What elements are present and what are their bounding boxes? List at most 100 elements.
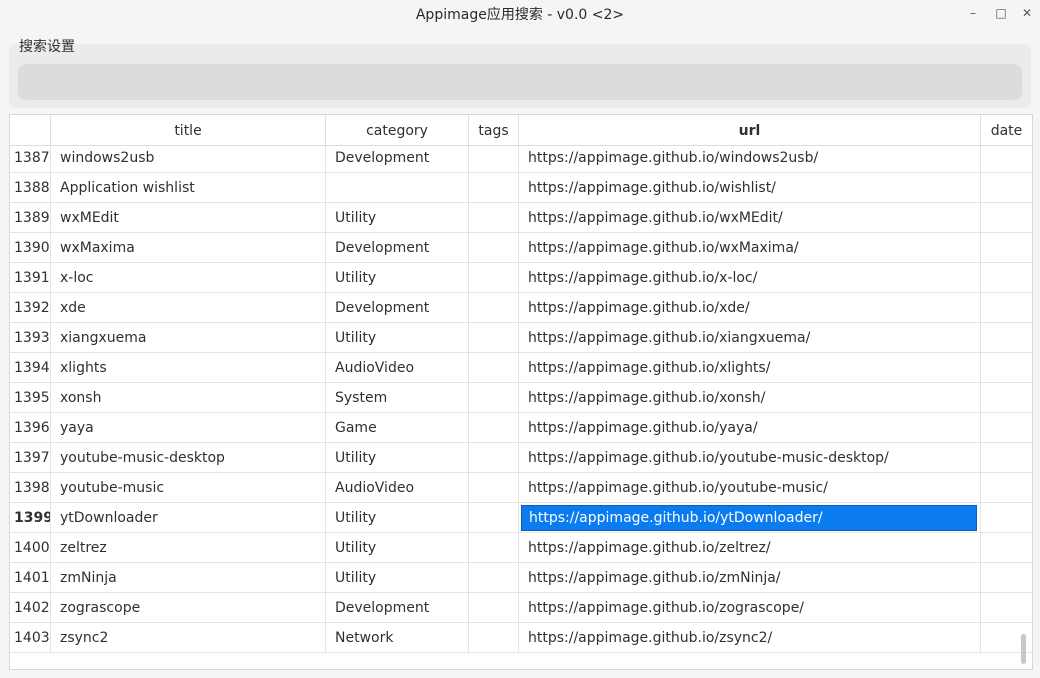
- cell-title[interactable]: youtube-music: [51, 473, 326, 503]
- cell-date[interactable]: [981, 503, 1032, 533]
- cell-url[interactable]: https://appimage.github.io/xde/: [519, 293, 981, 323]
- cell-url[interactable]: https://appimage.github.io/youtube-music…: [519, 473, 981, 503]
- table-row[interactable]: 1391 x-loc Utility https://appimage.github.…: [10, 263, 1032, 293]
- cell-tags[interactable]: [469, 413, 519, 443]
- cell-category[interactable]: Network: [326, 623, 469, 653]
- table-row[interactable]: 1388 Application wishlist https://appimage…: [10, 173, 1032, 203]
- cell-title[interactable]: ytDownloader: [51, 503, 326, 533]
- cell-url[interactable]: https://appimage.github.io/yaya/: [519, 413, 981, 443]
- cell-tags[interactable]: [469, 353, 519, 383]
- table-row[interactable]: 1397 youtube-music-desktop Utility https://…: [10, 443, 1032, 473]
- cell-title[interactable]: x-loc: [51, 263, 326, 293]
- cell-title[interactable]: yaya: [51, 413, 326, 443]
- cell-category[interactable]: Development: [326, 293, 469, 323]
- cell-tags[interactable]: [469, 173, 519, 203]
- cell-date[interactable]: [981, 173, 1032, 203]
- cell-title[interactable]: youtube-music-desktop: [51, 443, 326, 473]
- cell-tags[interactable]: [469, 323, 519, 353]
- cell-url[interactable]: https://appimage.github.io/youtube-music…: [519, 443, 981, 473]
- cell-selection-highlight[interactable]: https://appimage.github.io/ytDownloader/: [521, 505, 977, 531]
- table-row[interactable]: 1402 zograscope Development https://appimag…: [10, 593, 1032, 623]
- table-row[interactable]: 1398 youtube-music AudioVideo https://appim…: [10, 473, 1032, 503]
- cell-url[interactable]: https://appimage.github.io/wishlist/: [519, 173, 981, 203]
- table-row[interactable]: 1395 xonsh System https://appimage.github.i…: [10, 383, 1032, 413]
- table-row[interactable]: 1399 ytDownloader Utility https://appimage.…: [10, 503, 1032, 533]
- cell-url[interactable]: https://appimage.github.io/x-loc/: [519, 263, 981, 293]
- cell-category[interactable]: AudioVideo: [326, 473, 469, 503]
- cell-category[interactable]: Development: [326, 593, 469, 623]
- header-category[interactable]: category: [326, 115, 469, 145]
- cell-date[interactable]: [981, 383, 1032, 413]
- cell-category[interactable]: Game: [326, 413, 469, 443]
- cell-category[interactable]: Utility: [326, 443, 469, 473]
- cell-category[interactable]: System: [326, 383, 469, 413]
- minimize-icon[interactable]: –: [963, 3, 983, 23]
- table-row[interactable]: 1387 windows2usb Development https://appima…: [10, 143, 1032, 173]
- cell-tags[interactable]: [469, 623, 519, 653]
- cell-category[interactable]: Development: [326, 233, 469, 263]
- cell-tags[interactable]: [469, 473, 519, 503]
- cell-category[interactable]: Utility: [326, 263, 469, 293]
- cell-category[interactable]: AudioVideo: [326, 353, 469, 383]
- maximize-icon[interactable]: □: [991, 3, 1011, 23]
- cell-category[interactable]: Utility: [326, 533, 469, 563]
- cell-date[interactable]: [981, 203, 1032, 233]
- cell-category[interactable]: Utility: [326, 563, 469, 593]
- header-date[interactable]: date: [981, 115, 1032, 145]
- table-row[interactable]: 1392 xde Development https://appimage.githu…: [10, 293, 1032, 323]
- cell-date[interactable]: [981, 473, 1032, 503]
- table-row[interactable]: 1403 zsync2 Network https://appimage.github…: [10, 623, 1032, 653]
- cell-url[interactable]: https://appimage.github.io/zograscope/: [519, 593, 981, 623]
- cell-category[interactable]: Utility: [326, 203, 469, 233]
- search-input[interactable]: [18, 64, 1022, 100]
- cell-date[interactable]: [981, 533, 1032, 563]
- cell-title[interactable]: zsync2: [51, 623, 326, 653]
- cell-tags[interactable]: [469, 563, 519, 593]
- cell-title[interactable]: wxMEdit: [51, 203, 326, 233]
- cell-title[interactable]: windows2usb: [51, 143, 326, 173]
- cell-category[interactable]: Utility: [326, 503, 469, 533]
- cell-category[interactable]: Utility: [326, 323, 469, 353]
- cell-url[interactable]: https://appimage.github.io/xlights/: [519, 353, 981, 383]
- cell-tags[interactable]: [469, 503, 519, 533]
- table-row[interactable]: 1401 zmNinja Utility https://appimage.githu…: [10, 563, 1032, 593]
- cell-url[interactable]: https://appimage.github.io/zeltrez/: [519, 533, 981, 563]
- cell-title[interactable]: zograscope: [51, 593, 326, 623]
- cell-url[interactable]: https://appimage.github.io/zsync2/: [519, 623, 981, 653]
- cell-title[interactable]: xiangxuema: [51, 323, 326, 353]
- cell-title[interactable]: xonsh: [51, 383, 326, 413]
- table-row[interactable]: 1390 wxMaxima Development https://appimage.…: [10, 233, 1032, 263]
- cell-tags[interactable]: [469, 293, 519, 323]
- cell-url-selected[interactable]: https://appimage.github.io/ytDownloader/: [519, 503, 981, 533]
- table-row[interactable]: 1394 xlights AudioVideo https://appimage.gi…: [10, 353, 1032, 383]
- cell-tags[interactable]: [469, 263, 519, 293]
- cell-url[interactable]: https://appimage.github.io/wxMEdit/: [519, 203, 981, 233]
- vertical-scrollbar[interactable]: [1021, 634, 1026, 664]
- cell-date[interactable]: [981, 293, 1032, 323]
- cell-title[interactable]: Application wishlist: [51, 173, 326, 203]
- cell-url[interactable]: https://appimage.github.io/xonsh/: [519, 383, 981, 413]
- cell-date[interactable]: [981, 263, 1032, 293]
- cell-url[interactable]: https://appimage.github.io/windows2usb/: [519, 143, 981, 173]
- cell-date[interactable]: [981, 563, 1032, 593]
- cell-title[interactable]: zmNinja: [51, 563, 326, 593]
- cell-url[interactable]: https://appimage.github.io/wxMaxima/: [519, 233, 981, 263]
- table-row[interactable]: 1396 yaya Game https://appimage.github.io/y…: [10, 413, 1032, 443]
- cell-tags[interactable]: [469, 533, 519, 563]
- cell-date[interactable]: [981, 413, 1032, 443]
- table-row[interactable]: 1400 zeltrez Utility https://appimage.githu…: [10, 533, 1032, 563]
- cell-tags[interactable]: [469, 593, 519, 623]
- cell-date[interactable]: [981, 233, 1032, 263]
- table-row[interactable]: 1389 wxMEdit Utility https://appimage.githu…: [10, 203, 1032, 233]
- cell-category[interactable]: Development: [326, 143, 469, 173]
- cell-tags[interactable]: [469, 383, 519, 413]
- cell-url[interactable]: https://appimage.github.io/zmNinja/: [519, 563, 981, 593]
- cell-title[interactable]: xlights: [51, 353, 326, 383]
- results-table[interactable]: 1386wnd-library-seatUtilityhttps://appim…: [9, 114, 1033, 670]
- header-url[interactable]: url: [519, 115, 981, 145]
- cell-category[interactable]: [326, 173, 469, 203]
- table-row[interactable]: 1393 xiangxuema Utility https://appimage.gi…: [10, 323, 1032, 353]
- cell-tags[interactable]: [469, 233, 519, 263]
- cell-title[interactable]: zeltrez: [51, 533, 326, 563]
- cell-title[interactable]: wxMaxima: [51, 233, 326, 263]
